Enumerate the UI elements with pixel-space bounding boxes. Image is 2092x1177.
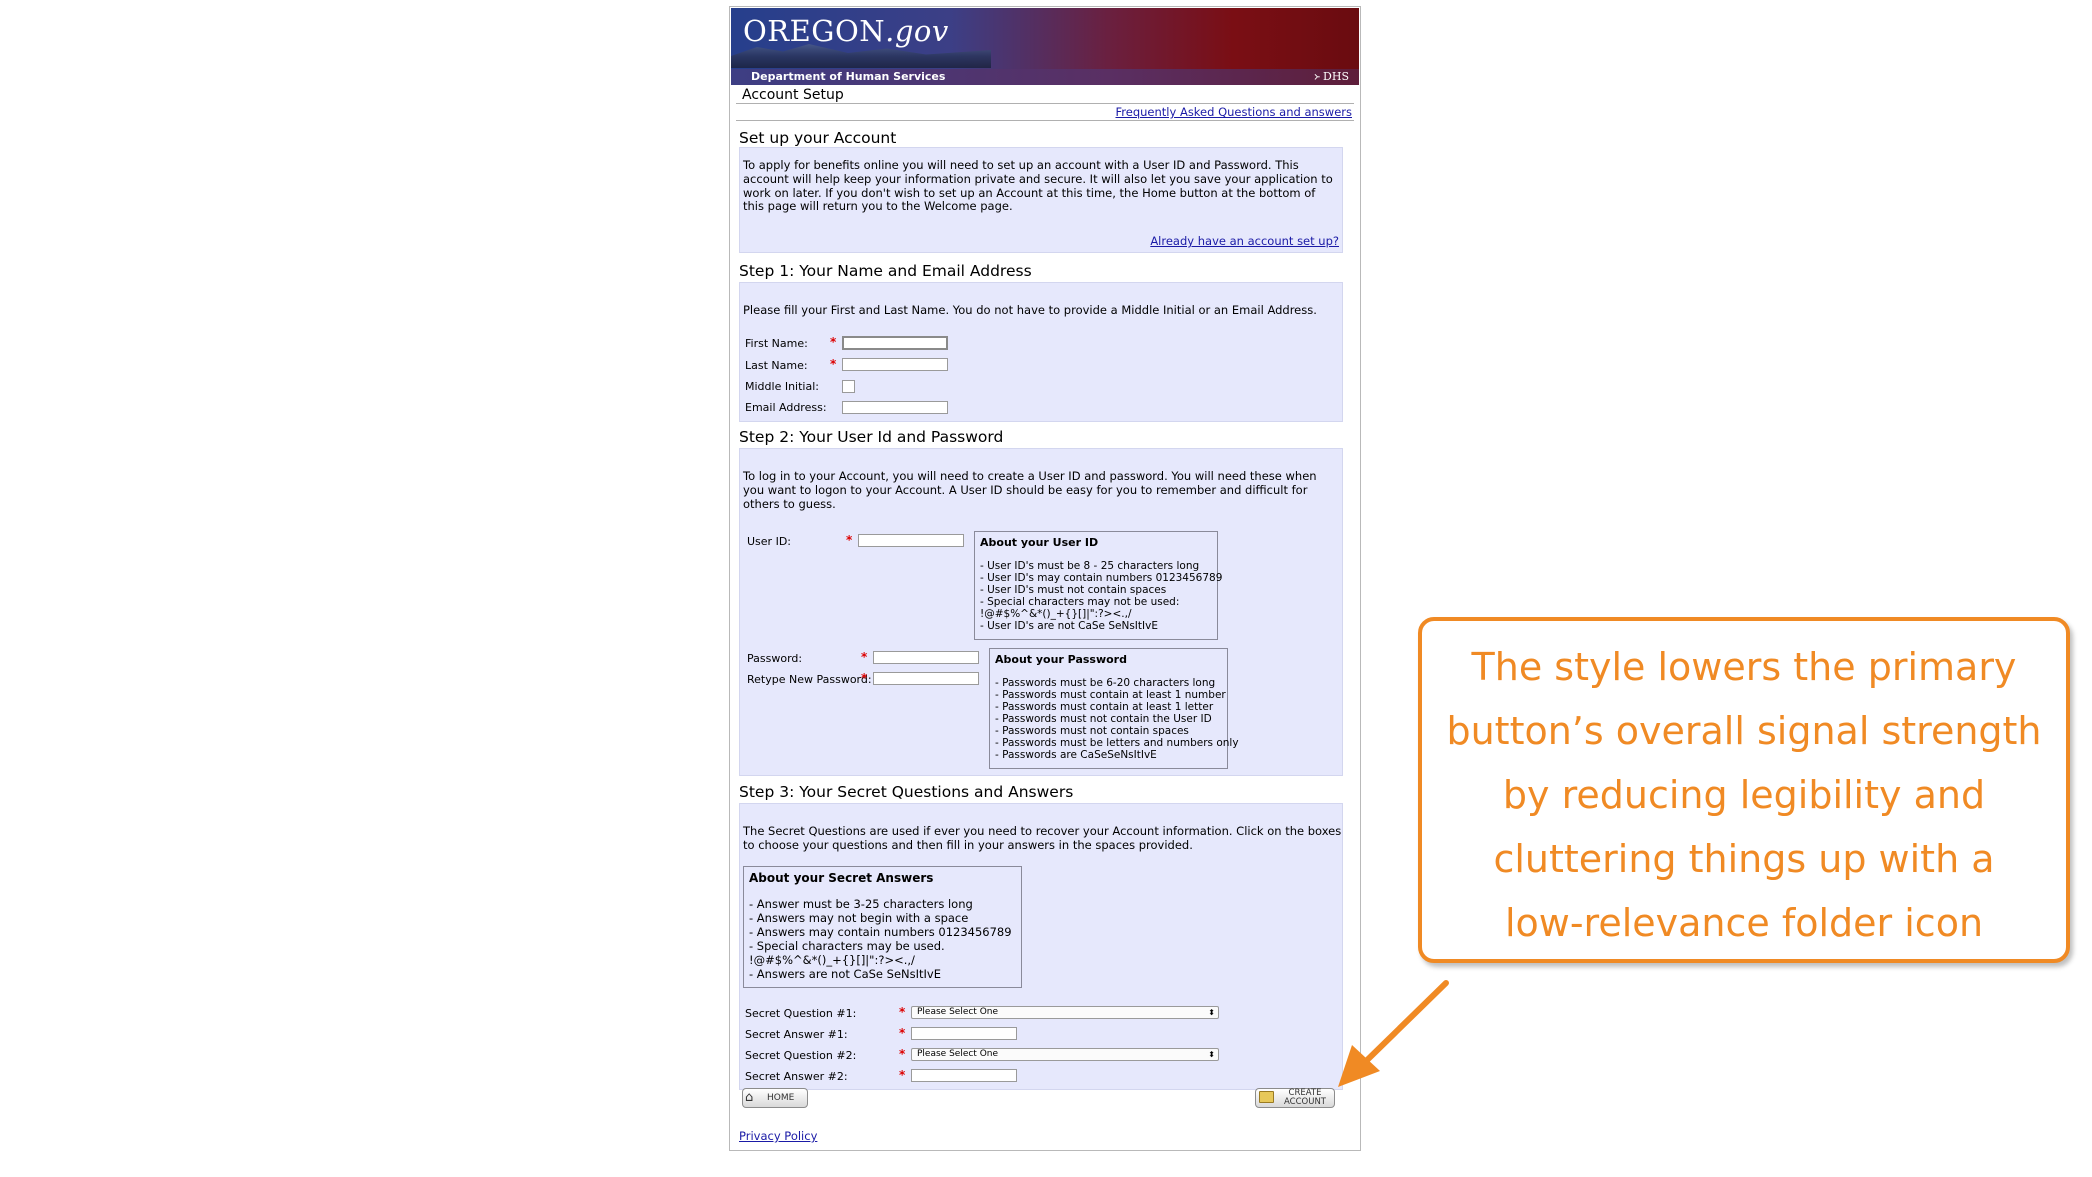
required-marker: * [830,357,837,371]
password-label: Password: [747,652,803,665]
email-label: Email Address: [745,401,827,414]
dhs-logo: ᚛ DHS [1313,70,1349,83]
home-button[interactable]: ⌂ HOME [742,1088,808,1108]
secret-question-1-select[interactable]: Please Select One ⬍ [911,1006,1219,1019]
password-input[interactable] [873,651,979,664]
step3-text: The Secret Questions are used if ever yo… [743,824,1342,852]
dropdown-arrow-icon: ⬍ [1208,1008,1215,1017]
step1-panel: Please fill your First and Last Name. Yo… [739,282,1343,422]
oregon-gov-logo: OREGON.gov [743,14,949,48]
home-icon: ⌂ [745,1090,754,1105]
middle-initial-label: Middle Initial: [745,380,819,393]
required-marker: * [899,1047,906,1061]
email-input[interactable] [842,401,948,414]
first-name-input[interactable] [842,336,948,350]
secret-answers-info-box: About your Secret Answers - Answer must … [743,866,1022,988]
required-marker: * [899,1026,906,1040]
folder-icon [1259,1091,1274,1103]
department-bar: Department of Human Services ᚛ DHS [731,69,1359,85]
faq-link[interactable]: Frequently Asked Questions and answers [1116,105,1353,119]
divider [736,103,1354,104]
last-name-input[interactable] [842,358,948,371]
step3-panel: The Secret Questions are used if ever yo… [739,803,1343,1090]
step2-heading: Step 2: Your User Id and Password [739,428,1004,446]
secret-answer-2-label: Secret Answer #2: [745,1070,848,1083]
intro-text: To apply for benefits online you will ne… [743,158,1333,214]
required-marker: * [846,533,853,547]
dropdown-arrow-icon: ⬍ [1208,1050,1215,1059]
page-title: Account Setup [742,87,844,103]
required-marker: * [861,671,868,685]
secret-question-2-select[interactable]: Please Select One ⬍ [911,1048,1219,1061]
required-marker: * [899,1005,906,1019]
secret-answer-1-label: Secret Answer #1: [745,1028,848,1041]
password-info-box: About your Password - Passwords must be … [989,648,1239,769]
secret-answer-1-input[interactable] [911,1027,1017,1040]
already-have-account-link[interactable]: Already have an account set up? [1150,234,1339,248]
callout-text: The style lowers the primary button’s ov… [1446,645,2042,945]
create-account-button[interactable]: CREATE ACCOUNT [1255,1088,1335,1108]
last-name-label: Last Name: [745,359,808,372]
user-id-label: User ID: [747,535,791,548]
privacy-policy-link[interactable]: Privacy Policy [739,1129,817,1143]
required-marker: * [861,650,868,664]
required-marker: * [830,335,837,349]
step1-heading: Step 1: Your Name and Email Address [739,262,1032,280]
account-setup-page: OREGON.gov Department of Human Services … [729,6,1361,1151]
annotation-callout: The style lowers the primary button’s ov… [1418,617,2070,963]
department-name: Department of Human Services [751,70,946,83]
step3-heading: Step 3: Your Secret Questions and Answer… [739,783,1074,801]
retype-password-label: Retype New Password: [747,673,872,686]
step2-panel: To log in to your Account, you will need… [739,448,1343,776]
intro-heading: Set up your Account [739,129,897,147]
retype-password-input[interactable] [873,672,979,685]
arrow-annotation [1338,980,1449,1087]
middle-initial-input[interactable] [842,380,855,393]
user-id-input[interactable] [858,534,964,547]
secret-question-1-label: Secret Question #1: [745,1007,857,1020]
first-name-label: First Name: [745,337,808,350]
divider [736,120,1354,121]
secret-question-2-label: Secret Question #2: [745,1049,857,1062]
required-marker: * [899,1068,906,1082]
intro-panel: To apply for benefits online you will ne… [739,147,1343,253]
secret-answer-2-input[interactable] [911,1069,1017,1082]
user-id-info-box: About your User ID - User ID's must be 8… [974,531,1222,640]
step2-text: To log in to your Account, you will need… [743,469,1317,511]
step1-text: Please fill your First and Last Name. Yo… [743,303,1317,317]
